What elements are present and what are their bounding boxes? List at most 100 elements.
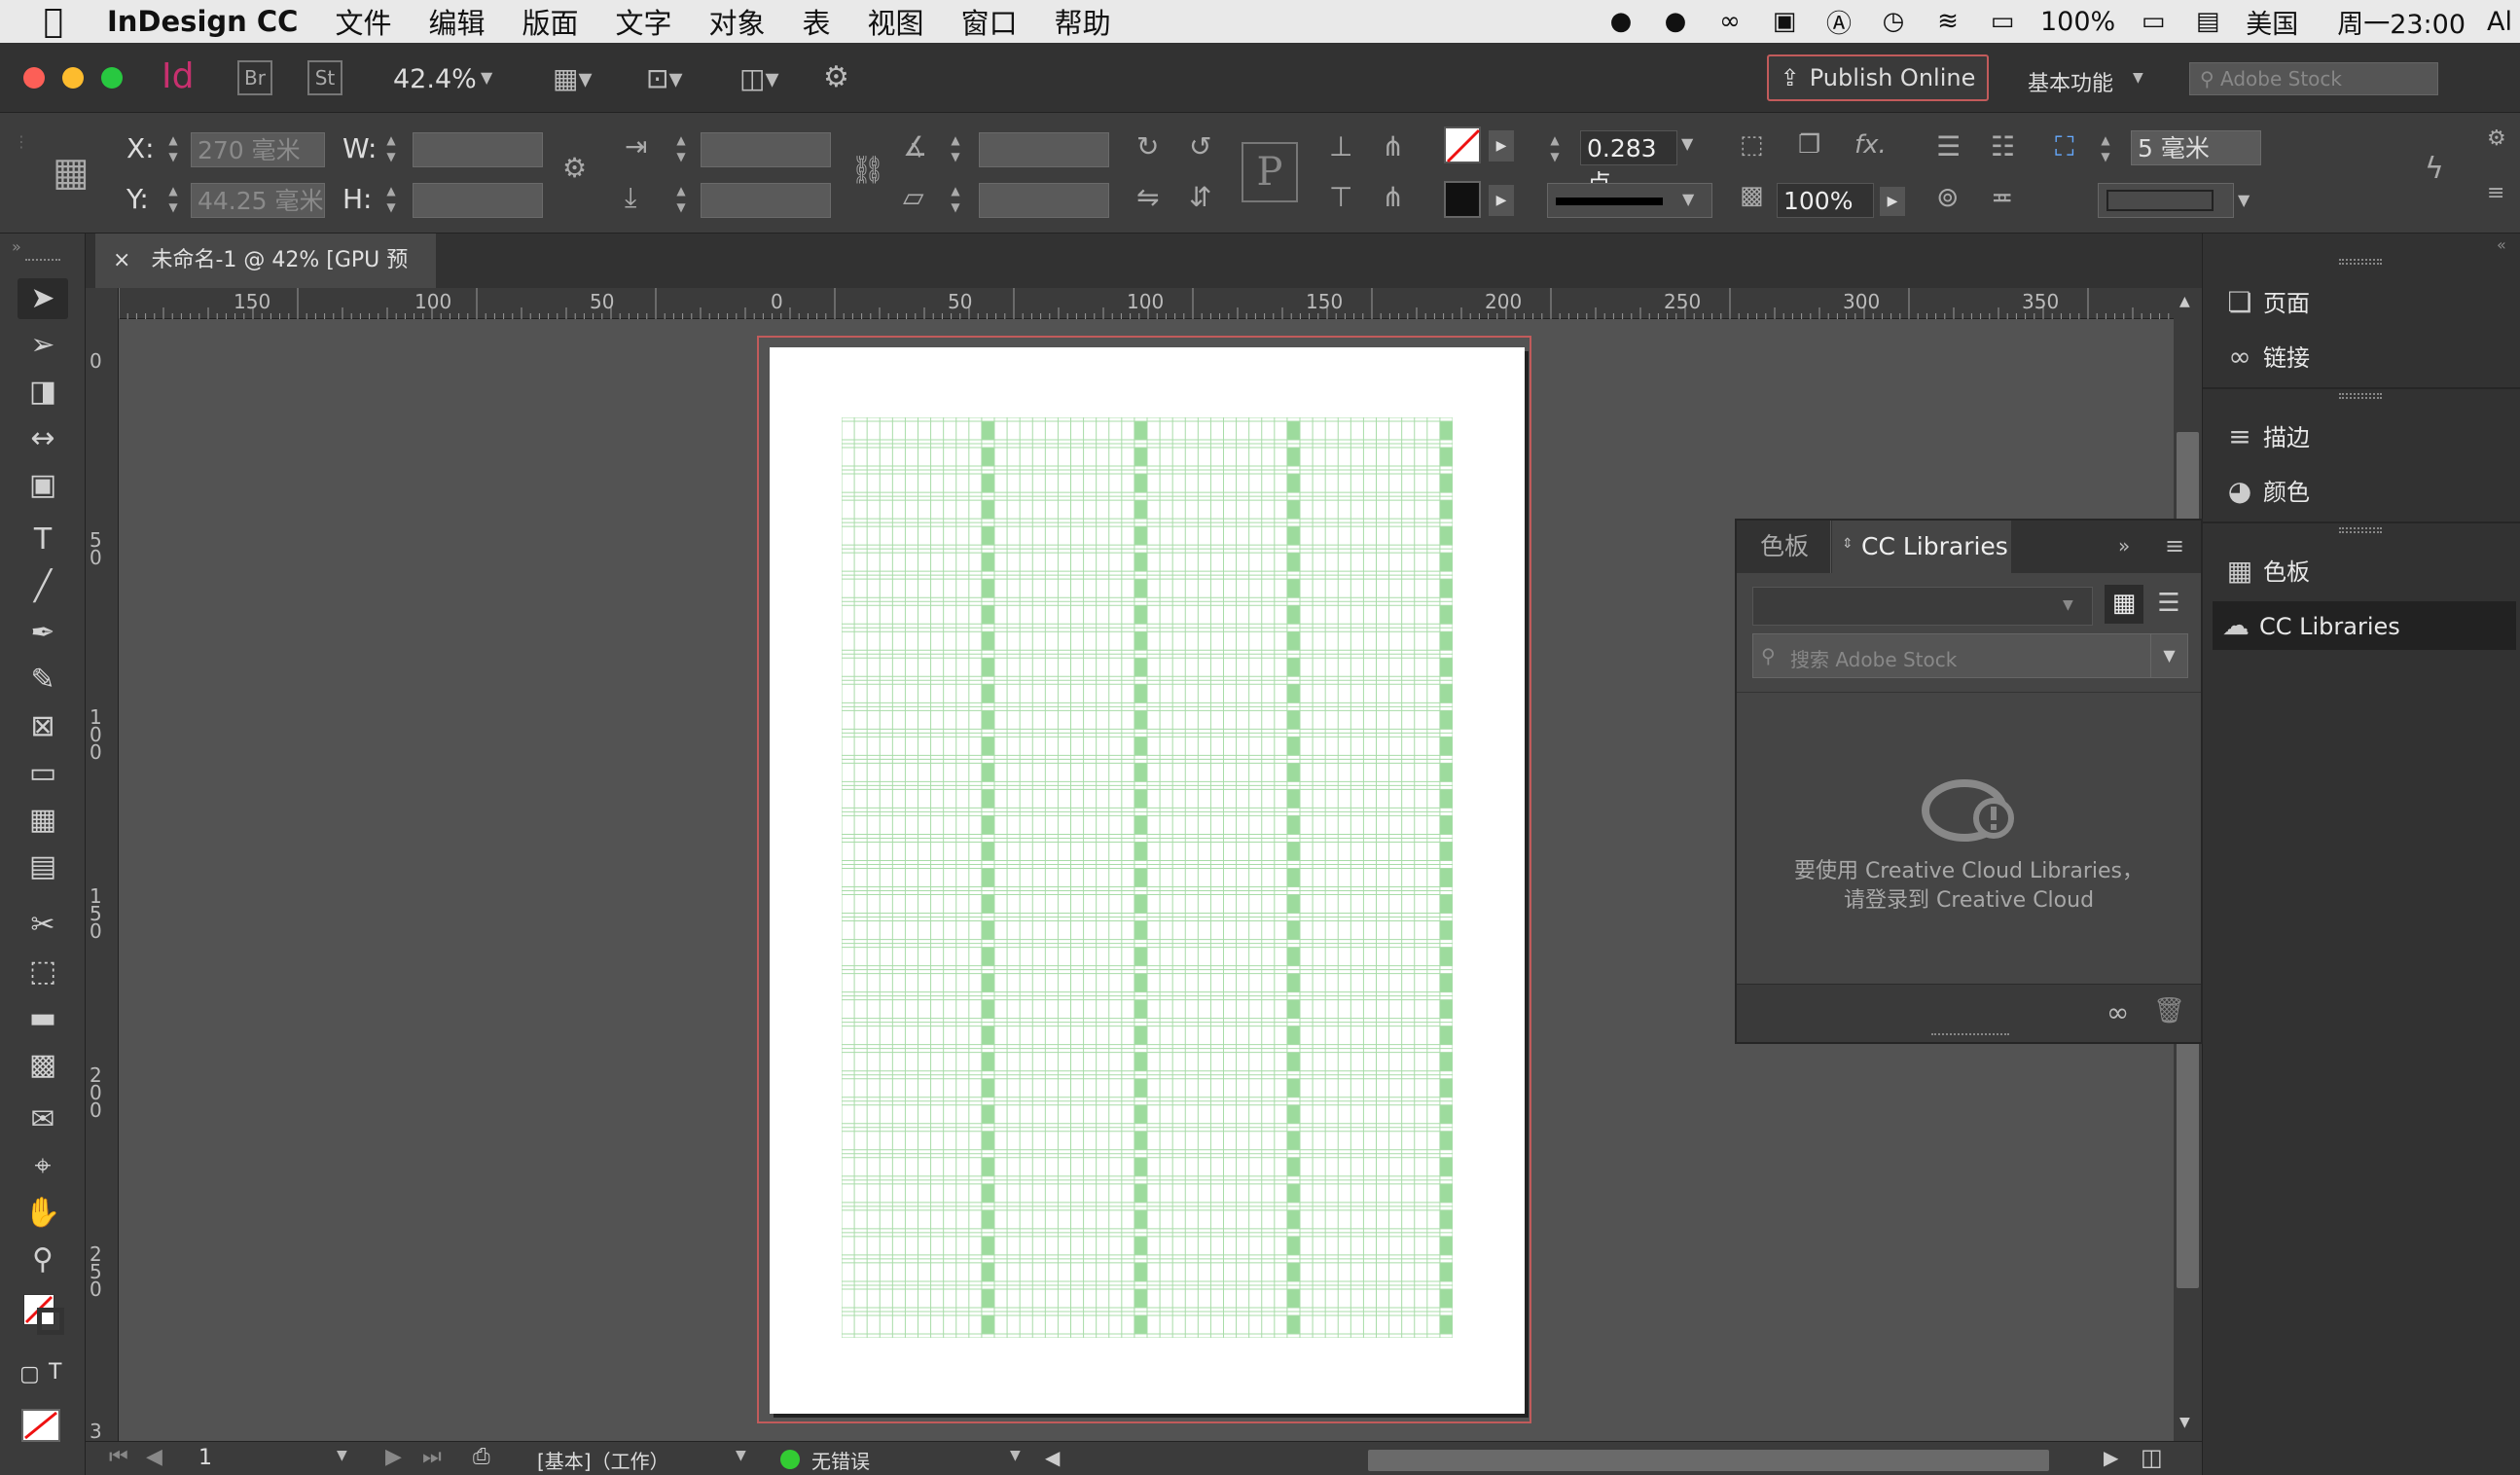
creative-cloud-icon[interactable]: ∞ xyxy=(1713,7,1746,36)
previous-page-icon[interactable]: ◀ xyxy=(146,1445,162,1469)
open-page-icon[interactable]: ⎙ xyxy=(473,1445,490,1469)
zoom-window-button[interactable] xyxy=(101,67,123,89)
constrain-proportions-icon[interactable]: ⚙ xyxy=(562,152,587,184)
scroll-left-icon[interactable]: ◀ xyxy=(1045,1446,1060,1469)
qq-icon[interactable]: ● xyxy=(1659,7,1692,36)
stroke-none-icon[interactable] xyxy=(37,1308,64,1335)
gradient-tool-icon[interactable]: ▬ xyxy=(18,998,68,1039)
select-container-icon[interactable]: ⊥ xyxy=(1329,130,1352,162)
dock-item-swatches[interactable]: ▦ 色板 xyxy=(2216,547,2508,595)
stroke-type-dropdown[interactable]: ▼ xyxy=(1547,183,1712,218)
collapse-panel-icon[interactable]: » xyxy=(2118,534,2130,558)
stroke-weight-stepper[interactable]: ▲ ▼ xyxy=(1543,132,1566,167)
free-transform-tool-icon[interactable]: ⬚ xyxy=(18,952,68,992)
y-stepper[interactable]: ▲ ▼ xyxy=(162,183,185,218)
rectangle-tool-icon[interactable]: ▭ xyxy=(18,753,68,794)
rotation-field[interactable] xyxy=(979,132,1109,167)
search-dropdown-icon[interactable]: ▼ xyxy=(2150,634,2187,677)
flip-vertical-icon[interactable]: ⇵ xyxy=(1189,181,1211,213)
text-wrap-shape-icon[interactable]: ⊚ xyxy=(1936,181,1959,213)
x-position-field[interactable]: 270 毫米 xyxy=(191,132,325,167)
pen-tool-icon[interactable]: ✒ xyxy=(18,613,68,654)
library-select-dropdown[interactable]: ▼ xyxy=(1752,587,2093,626)
shear-field[interactable] xyxy=(979,183,1109,218)
pencil-tool-icon[interactable]: ✎ xyxy=(18,660,68,701)
arrange-documents-icon[interactable]: ◫▾ xyxy=(739,62,779,94)
last-page-icon[interactable]: ⏭ xyxy=(422,1445,442,1469)
tools-grip[interactable] xyxy=(25,259,60,265)
master-page-label[interactable]: [基本]（工作） xyxy=(537,1446,669,1474)
fill-dropdown-icon[interactable]: ▶ xyxy=(1489,130,1514,162)
page-dropdown-icon[interactable]: ▼ xyxy=(337,1448,347,1463)
apple-menu-icon[interactable]:  xyxy=(0,2,107,41)
page-number-field[interactable]: 1 xyxy=(198,1446,212,1470)
hand-tool-icon[interactable]: ✋ xyxy=(18,1193,68,1234)
auto-fit-icon[interactable]: ⛶ xyxy=(2055,130,2074,163)
note-tool-icon[interactable]: ✉ xyxy=(18,1099,68,1140)
preflight-status[interactable]: 无错误 xyxy=(811,1446,870,1474)
grid-tool-icon[interactable]: ▤ xyxy=(18,846,68,887)
first-page-icon[interactable]: ⏮ xyxy=(109,1445,128,1469)
battery-icon[interactable]: ▭ xyxy=(2137,7,2170,36)
zoom-tool-icon[interactable]: ⚲ xyxy=(18,1240,68,1280)
width-field[interactable] xyxy=(413,132,543,167)
time-machine-icon[interactable]: ◷ xyxy=(1877,7,1910,36)
table-tool-icon[interactable]: ▦ xyxy=(18,800,68,841)
line-tool-icon[interactable]: ╱ xyxy=(18,566,68,607)
scroll-down-icon[interactable]: ▼ xyxy=(2179,1415,2190,1430)
expand-tools-icon[interactable]: » xyxy=(12,237,21,256)
dock-item-cc-libraries[interactable]: ☁ CC Libraries xyxy=(2213,601,2516,650)
height-field[interactable] xyxy=(413,183,543,218)
stroke-swatch-icon[interactable] xyxy=(1444,181,1481,218)
type-tool-icon[interactable]: T xyxy=(18,520,68,560)
bridge-button[interactable]: Br xyxy=(237,60,272,95)
stroke-weight-field[interactable]: 0.283 点 xyxy=(1580,130,1677,198)
gpu-performance-icon[interactable]: ⚙ xyxy=(823,60,849,94)
shadow-icon[interactable]: ❐ xyxy=(1798,130,1820,160)
message-icon[interactable]: ▣ xyxy=(1768,7,1801,36)
adobe-stock-search[interactable]: ⚲ Adobe Stock xyxy=(2189,62,2438,95)
direct-selection-tool-icon[interactable]: ➢ xyxy=(18,325,68,366)
apply-none-icon[interactable] xyxy=(21,1409,60,1442)
clock[interactable]: 周一23:00 xyxy=(2337,3,2466,41)
qq-icon[interactable]: ● xyxy=(1604,7,1638,36)
wifi-icon[interactable]: ≋ xyxy=(1931,7,1964,36)
split-window-icon[interactable]: ◫ xyxy=(2141,1444,2163,1471)
width-stepper[interactable]: ▲ ▼ xyxy=(379,132,403,167)
x-stepper[interactable]: ▲ ▼ xyxy=(162,132,185,167)
height-stepper[interactable]: ▲ ▼ xyxy=(379,183,403,218)
menu-edit[interactable]: 编辑 xyxy=(428,1,485,42)
rotate-ccw-icon[interactable]: ↺ xyxy=(1189,130,1211,162)
text-wrap-jump-icon[interactable]: ≖ xyxy=(1991,181,2013,213)
fill-swatch-none-icon[interactable] xyxy=(1444,126,1481,163)
select-content-icon[interactable]: ⊤ xyxy=(1329,181,1352,213)
content-collector-icon[interactable]: ▣ xyxy=(18,465,68,506)
master-dropdown-icon[interactable]: ▼ xyxy=(736,1448,746,1463)
horizontal-scrollbar-thumb[interactable] xyxy=(1368,1450,2049,1471)
dock-item-pages[interactable]: ❏ 页面 xyxy=(2216,278,2508,327)
airplay-icon[interactable]: ▭ xyxy=(1986,7,2019,36)
trash-icon[interactable]: 🗑 xyxy=(2153,996,2185,1025)
flip-horizontal-icon[interactable]: ⇋ xyxy=(1136,181,1159,213)
panel-grip-icon[interactable]: ⋮ xyxy=(14,132,29,151)
frame-fitting-dropdown[interactable] xyxy=(2098,183,2234,218)
text-wrap-none-icon[interactable]: ☰ xyxy=(1936,130,1961,162)
text-wrap-bbox-icon[interactable]: ☷ xyxy=(1991,130,2015,162)
menu-type[interactable]: 文字 xyxy=(616,1,672,42)
gap-tool-icon[interactable]: ↔ xyxy=(18,418,68,459)
screen-mode-icon[interactable]: ⊡▾ xyxy=(646,62,683,94)
zoom-level[interactable]: 42.4% xyxy=(393,64,477,94)
menu-file[interactable]: 文件 xyxy=(335,1,391,42)
page-tool-icon[interactable]: ◨ xyxy=(18,372,68,413)
publish-online-button[interactable]: ⇪ Publish Online xyxy=(1767,54,1989,101)
scale-x-stepper[interactable]: ▲ ▼ xyxy=(669,132,693,167)
view-options-icon[interactable]: ▦▾ xyxy=(553,62,593,94)
shear-stepper[interactable]: ▲ ▼ xyxy=(944,183,967,218)
tab-cc-libraries[interactable]: ⇕ CC Libraries xyxy=(1832,521,2011,573)
selection-tool-icon[interactable]: ➤ xyxy=(18,278,68,319)
eyedropper-tool-icon[interactable]: ⌖ xyxy=(18,1146,68,1187)
scale-y-stepper[interactable]: ▲ ▼ xyxy=(669,183,693,218)
app-menu[interactable]: InDesign CC xyxy=(107,5,298,38)
list-view-icon[interactable]: ☰ xyxy=(2149,585,2188,624)
gradient-feather-tool-icon[interactable]: ▩ xyxy=(18,1045,68,1086)
